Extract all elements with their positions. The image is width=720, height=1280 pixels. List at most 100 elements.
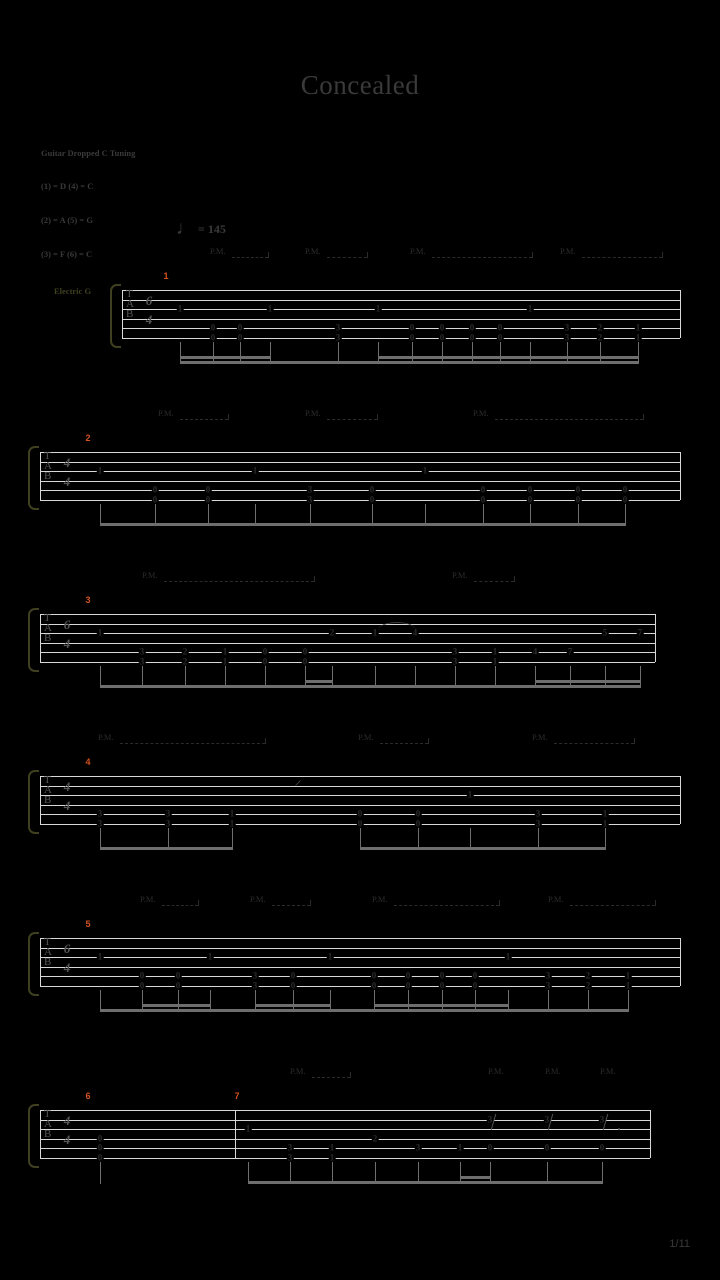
note-beam <box>155 522 208 526</box>
tab-fret-number: 2 <box>371 1133 379 1143</box>
tab-fret-number: 1 <box>421 465 429 476</box>
tab-string-line <box>40 804 680 806</box>
palm-mute-label: P.M. <box>548 894 564 904</box>
note-beam <box>168 846 232 850</box>
measure-number: 7 <box>234 1091 240 1101</box>
note-beam <box>265 684 305 688</box>
note-beam-secondary <box>142 1003 178 1007</box>
tab-string-line <box>40 785 680 787</box>
staff-brace <box>28 932 39 996</box>
tab-string-line <box>40 966 680 968</box>
instrument-label: Electric G <box>54 286 92 296</box>
tab-fret-number: 1 <box>96 951 104 962</box>
palm-mute-extension-line <box>474 581 514 582</box>
palm-mute-end-tick <box>228 414 229 420</box>
note-stem <box>640 665 642 688</box>
staff-brace <box>28 446 39 510</box>
palm-mute-end-tick <box>198 900 199 906</box>
note-beam <box>460 1180 490 1184</box>
barline-start <box>122 290 123 338</box>
palm-mute-extension-line <box>570 905 655 906</box>
note-beam <box>185 684 225 688</box>
page-indicator: 1/11 <box>669 1238 690 1250</box>
note-beam-secondary <box>475 1003 508 1007</box>
tab-fret-number: 1 <box>251 465 259 476</box>
palm-mute-extension-line <box>394 905 499 906</box>
tab-string-line <box>122 290 680 291</box>
barline-start <box>40 938 41 986</box>
tab-fret-number: 7 <box>566 646 574 657</box>
tab-fret-number: 1 <box>326 951 334 962</box>
time-signature-numerator: 4 <box>63 1112 71 1128</box>
palm-mute-label: P.M. <box>142 570 158 580</box>
note-beam-secondary <box>600 355 638 359</box>
note-beam <box>425 522 483 526</box>
tab-string-line <box>40 642 655 644</box>
note-stem <box>625 503 627 526</box>
tab-string-line <box>40 1157 650 1159</box>
note-beam <box>570 684 605 688</box>
note-beam <box>360 846 418 850</box>
tab-string-line <box>122 318 680 320</box>
tab-clef-letter: B <box>44 632 52 644</box>
note-beam-secondary <box>378 355 412 359</box>
palm-mute-extension-line <box>582 257 662 258</box>
note-beam-secondary <box>305 679 332 683</box>
tab-string-line <box>40 947 680 949</box>
note-beam <box>412 360 442 364</box>
staff-brace <box>28 608 39 672</box>
note-beam <box>375 684 415 688</box>
note-beam-secondary <box>567 355 600 359</box>
note-stem <box>602 1161 604 1184</box>
tab-string-line <box>40 1119 650 1121</box>
tab-fret-number: 1 <box>176 303 184 314</box>
note-beam <box>180 360 213 364</box>
tempo-value: = 145 <box>198 222 226 236</box>
tab-string-line <box>40 1110 650 1111</box>
palm-mute-end-tick <box>268 252 269 258</box>
tab-string-line <box>40 661 655 663</box>
note-stem <box>100 1161 102 1184</box>
barline-end <box>680 776 681 824</box>
note-beam <box>535 684 570 688</box>
note-beam-secondary <box>605 679 640 683</box>
time-signature-numerator: 4 <box>63 778 71 794</box>
note-beam <box>310 522 372 526</box>
time-signature-denominator: 4 <box>63 797 71 813</box>
tab-fret-number: 1 <box>96 465 104 476</box>
tab-fret-number: 0 <box>598 1142 606 1153</box>
note-beam <box>100 1008 142 1012</box>
note-beam-secondary <box>460 1175 490 1179</box>
palm-mute-label: P.M. <box>545 1066 561 1076</box>
note-beam <box>213 360 240 364</box>
note-beam <box>475 1008 508 1012</box>
note-beam-secondary <box>442 355 472 359</box>
tempo-marking: ♩ = 145 <box>176 217 226 239</box>
palm-mute-extension-line <box>272 905 310 906</box>
note-beam <box>415 684 455 688</box>
palm-mute-label: P.M. <box>488 1066 504 1076</box>
tab-fret-number: 1 <box>244 1123 252 1134</box>
tab-string-line <box>40 480 680 482</box>
note-beam-secondary <box>180 355 213 359</box>
palm-mute-label: P.M. <box>98 732 114 742</box>
tab-fret-number: 1 <box>96 627 104 638</box>
tab-fret-number: 0 <box>486 1142 494 1153</box>
palm-mute-label: P.M. <box>532 732 548 742</box>
palm-mute-extension-line <box>432 257 532 258</box>
tab-fret-number: 0 <box>543 1142 551 1153</box>
tab-fret-number: 5 <box>601 627 609 638</box>
tab-fret-number: 1 <box>266 303 274 314</box>
measure-number: 1 <box>163 271 169 281</box>
barline-end <box>655 614 656 662</box>
palm-mute-label: P.M. <box>410 246 426 256</box>
tab-clef-letter: B <box>44 470 52 482</box>
palm-mute-label: P.M. <box>250 894 266 904</box>
note-beam <box>408 1008 442 1012</box>
palm-mute-label: P.M. <box>600 1066 616 1076</box>
tab-string-line <box>40 1129 650 1130</box>
palm-mute-label: P.M. <box>473 408 489 418</box>
palm-mute-extension-line <box>162 905 198 906</box>
note-beam <box>508 1008 548 1012</box>
time-signature-denominator: 4 <box>63 1131 71 1147</box>
